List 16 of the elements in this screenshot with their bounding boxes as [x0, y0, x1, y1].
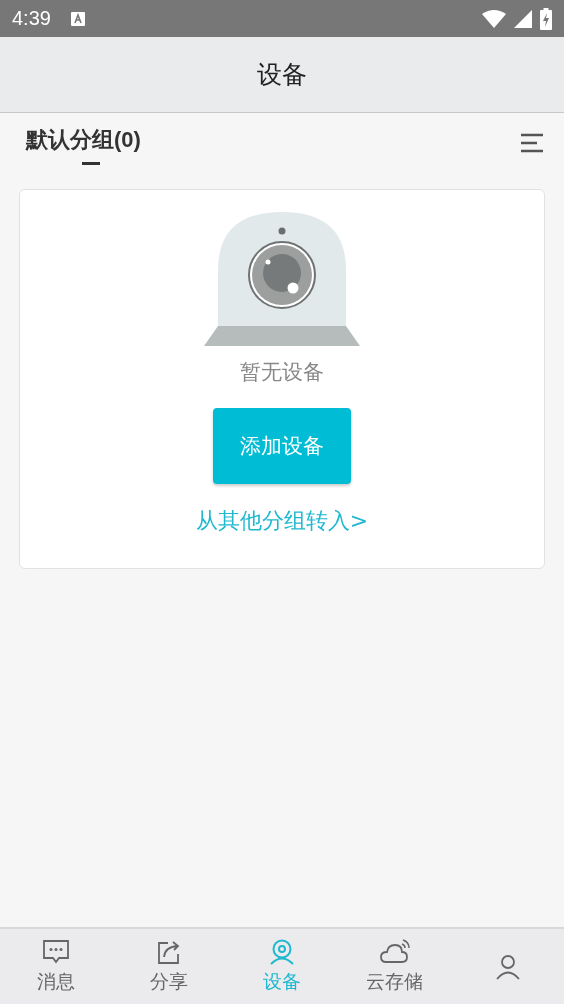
keyboard-notification-icon	[70, 11, 85, 26]
chat-icon	[42, 938, 71, 965]
page-title: 设备	[257, 59, 307, 91]
empty-message: 暂无设备	[240, 359, 324, 386]
battery-icon	[540, 7, 552, 30]
signal-icon	[514, 9, 532, 28]
nav-tab[interactable]: 云存储	[338, 929, 452, 1004]
wifi-icon	[482, 9, 506, 28]
webcam-icon	[269, 938, 295, 965]
status-time: 4:39	[12, 7, 51, 30]
cloud-icon	[379, 938, 410, 965]
group-tab[interactable]: 默认分组(0)	[26, 125, 141, 165]
nav-tab[interactable]: 分享	[112, 929, 226, 1004]
nav-tab[interactable]: 消息	[0, 929, 113, 1004]
menu-icon[interactable]	[520, 133, 544, 153]
person-icon	[494, 953, 521, 980]
